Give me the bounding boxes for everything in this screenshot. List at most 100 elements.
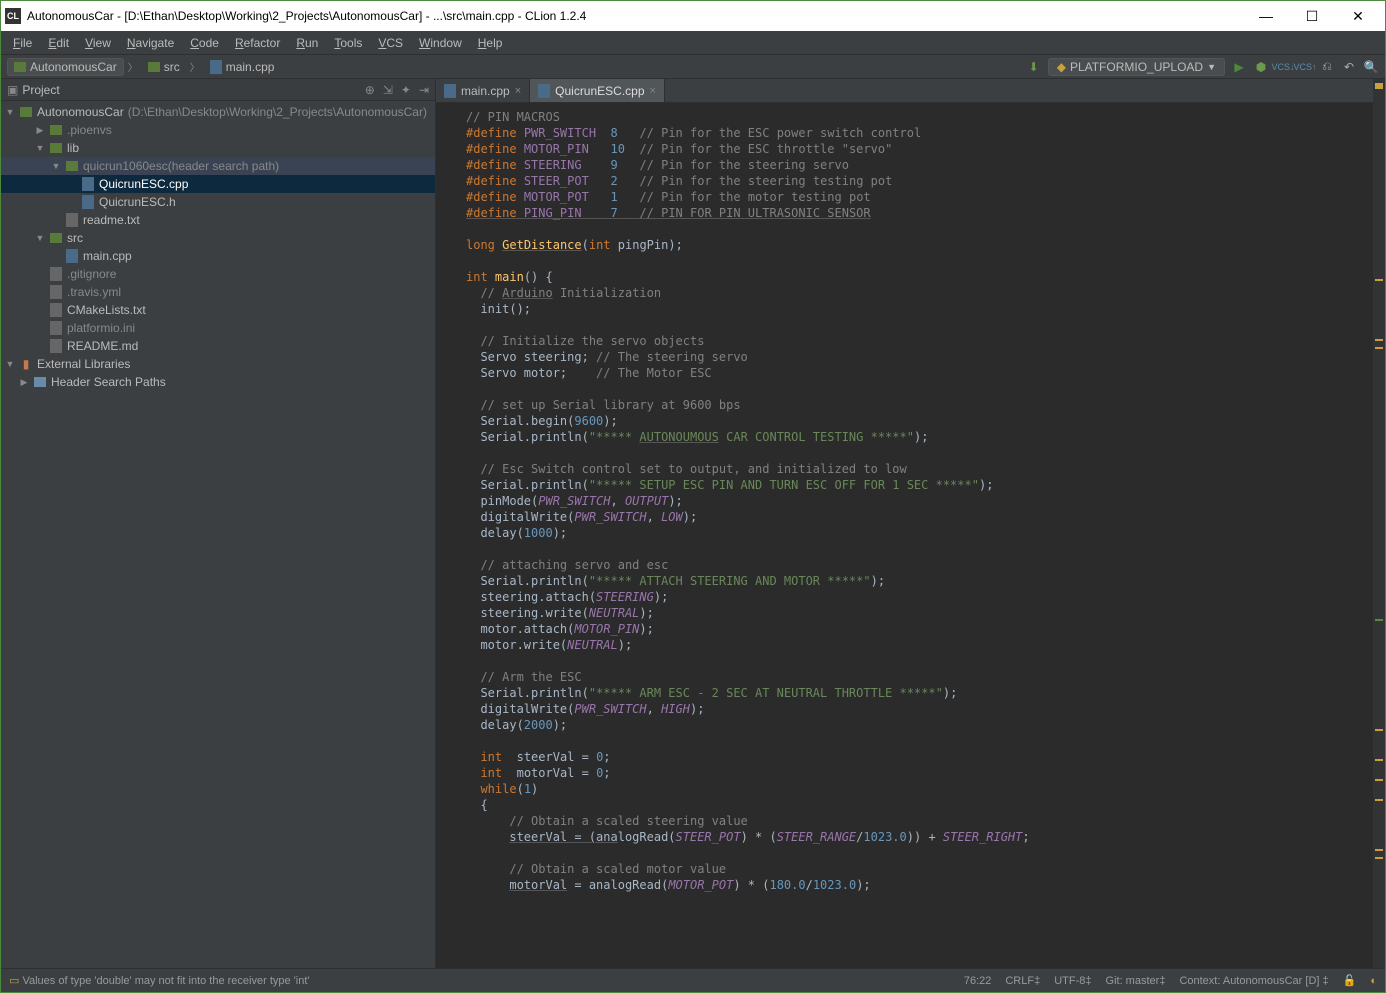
tree-item--pioenvs[interactable]: ▶ .pioenvs: [1, 121, 435, 139]
collapse-icon[interactable]: ⇲: [383, 83, 393, 97]
run-button[interactable]: ▶: [1231, 59, 1247, 75]
menu-code[interactable]: Code: [182, 34, 227, 52]
tree-external-libs[interactable]: ▼ ▮ External Libraries: [1, 355, 435, 373]
tree-label: QuicrunESC.cpp: [99, 177, 188, 191]
tree-label: platformio.ini: [67, 321, 135, 335]
expand-arrow-icon[interactable]: ▼: [51, 161, 61, 171]
search-icon[interactable]: 🔍: [1363, 59, 1379, 75]
tree-item-CMakeLists-txt[interactable]: CMakeLists.txt: [1, 301, 435, 319]
menu-help[interactable]: Help: [470, 34, 511, 52]
tree-label: Header Search Paths: [51, 375, 166, 389]
vcs-update-icon[interactable]: VCS↓: [1275, 59, 1291, 75]
minimize-button[interactable]: —: [1243, 1, 1289, 31]
menu-refactor[interactable]: Refactor: [227, 34, 288, 52]
menu-file[interactable]: File: [5, 34, 40, 52]
run-configuration-selector[interactable]: ◆ PLATFORMIO_UPLOAD ▼: [1048, 58, 1225, 76]
breadcrumb-root[interactable]: AutonomousCar: [7, 58, 124, 76]
tree-path: (D:\Ethan\Desktop\Working\2_Projects\Aut…: [128, 105, 427, 119]
hector-icon[interactable]: ◐: [1370, 975, 1377, 987]
git-branch[interactable]: Git: master‡: [1106, 975, 1166, 987]
file-icon: [50, 339, 62, 353]
tree-item-quicrun1060esc[interactable]: ▼quicrun1060esc (header search path): [1, 157, 435, 175]
expand-arrow-icon[interactable]: ▼: [35, 233, 45, 243]
tree-item--travis-yml[interactable]: .travis.yml: [1, 283, 435, 301]
tree-item-README-md[interactable]: README.md: [1, 337, 435, 355]
tree-label: .pioenvs: [67, 123, 112, 137]
menu-run[interactable]: Run: [288, 34, 326, 52]
hide-icon[interactable]: ⇥: [419, 83, 429, 97]
menu-vcs[interactable]: VCS: [370, 34, 411, 52]
expand-arrow-icon[interactable]: ▼: [35, 143, 45, 153]
tab-label: main.cpp: [461, 84, 510, 98]
tree-item-main-cpp[interactable]: main.cpp: [1, 247, 435, 265]
menu-tools[interactable]: Tools: [326, 34, 370, 52]
lock-icon[interactable]: 🔓: [1343, 974, 1357, 987]
tree-label: CMakeLists.txt: [67, 303, 146, 317]
maximize-button[interactable]: ☐: [1289, 1, 1335, 31]
file-icon: [50, 285, 62, 299]
breadcrumb-file[interactable]: main.cpp: [204, 59, 281, 75]
close-tab-icon[interactable]: ×: [515, 85, 521, 97]
tree-label: README.md: [67, 339, 138, 353]
project-panel-title: Project: [22, 83, 59, 97]
navigation-bar: AutonomousCar 〉 src 〉 main.cpp ⬇ ◆ PLATF…: [1, 55, 1385, 79]
tree-item-src[interactable]: ▼ src: [1, 229, 435, 247]
undo-icon[interactable]: ↶: [1341, 59, 1357, 75]
build-icon[interactable]: ⬇: [1026, 59, 1042, 75]
folder-icon: [50, 233, 62, 243]
editor-tab-main-cpp[interactable]: main.cpp ×: [436, 79, 530, 102]
line-separator[interactable]: CRLF‡: [1005, 975, 1040, 987]
tree-label: External Libraries: [37, 357, 130, 371]
tree-item-lib[interactable]: ▼lib: [1, 139, 435, 157]
editor-tab-QuicrunESC-cpp[interactable]: QuicrunESC.cpp ×: [530, 79, 665, 102]
expand-arrow-icon[interactable]: ▶: [19, 377, 29, 388]
tree-item-readme-txt[interactable]: readme.txt: [1, 211, 435, 229]
folder-icon: [66, 161, 78, 171]
folder-icon: [50, 125, 62, 135]
tab-label: QuicrunESC.cpp: [555, 84, 644, 98]
tree-label: main.cpp: [83, 249, 132, 263]
tree-item-QuicrunESC-h[interactable]: QuicrunESC.h: [1, 193, 435, 211]
locate-icon[interactable]: ⊕: [365, 83, 375, 97]
warning-icon: ▭: [9, 975, 19, 987]
tree-item-QuicrunESC-cpp[interactable]: QuicrunESC.cpp: [1, 175, 435, 193]
context-info[interactable]: Context: AutonomousCar [D] ‡: [1179, 975, 1328, 987]
project-tree[interactable]: ▼ AutonomousCar (D:\Ethan\Desktop\Workin…: [1, 101, 435, 968]
expand-arrow-icon[interactable]: ▼: [5, 359, 15, 369]
tree-item-platformio-ini[interactable]: platformio.ini: [1, 319, 435, 337]
cpp-file-icon: [210, 60, 222, 74]
menu-view[interactable]: View: [77, 34, 119, 52]
close-button[interactable]: ✕: [1335, 1, 1381, 31]
debug-button[interactable]: ⬢: [1253, 59, 1269, 75]
dropdown-arrow-icon: ▼: [1207, 62, 1216, 72]
cursor-position[interactable]: 76:22: [964, 975, 992, 987]
cpp-file-icon: [82, 195, 94, 209]
cpp-file-icon: [444, 84, 456, 98]
editor-tabs: main.cpp × QuicrunESC.cpp ×: [436, 79, 1385, 103]
tree-root[interactable]: ▼ AutonomousCar (D:\Ethan\Desktop\Workin…: [1, 103, 435, 121]
breadcrumb-src[interactable]: src: [142, 59, 186, 75]
history-icon[interactable]: ⎌: [1319, 59, 1335, 75]
menu-bar: FileEditViewNavigateCodeRefactorRunTools…: [1, 31, 1385, 55]
tree-label: src: [67, 231, 83, 245]
tree-item--gitignore[interactable]: .gitignore: [1, 265, 435, 283]
code-editor[interactable]: // PIN MACROS #define PWR_SWITCH 8 // Pi…: [436, 103, 1385, 968]
gear-icon[interactable]: ✦: [401, 83, 411, 97]
tree-suffix: (header search path): [168, 159, 279, 173]
tree-label: readme.txt: [83, 213, 140, 227]
project-tool-window: ▣ Project ⊕ ⇲ ✦ ⇥ ▼ AutonomousCar (D:\Et…: [1, 79, 436, 968]
cpp-file-icon: [66, 249, 78, 263]
editor-gutter-overview[interactable]: [1373, 79, 1385, 968]
close-tab-icon[interactable]: ×: [650, 85, 656, 97]
expand-arrow-icon[interactable]: ▼: [5, 107, 15, 117]
file-icon: [50, 267, 62, 281]
expand-arrow-icon[interactable]: ▶: [35, 125, 45, 136]
file-encoding[interactable]: UTF-8‡: [1054, 975, 1091, 987]
menu-window[interactable]: Window: [411, 34, 470, 52]
project-panel-header: ▣ Project ⊕ ⇲ ✦ ⇥: [1, 79, 435, 101]
tree-header-search-paths[interactable]: ▶ Header Search Paths: [1, 373, 435, 391]
cpp-file-icon: [538, 84, 550, 98]
menu-navigate[interactable]: Navigate: [119, 34, 182, 52]
menu-edit[interactable]: Edit: [40, 34, 77, 52]
vcs-commit-icon[interactable]: VCS↑: [1297, 59, 1313, 75]
